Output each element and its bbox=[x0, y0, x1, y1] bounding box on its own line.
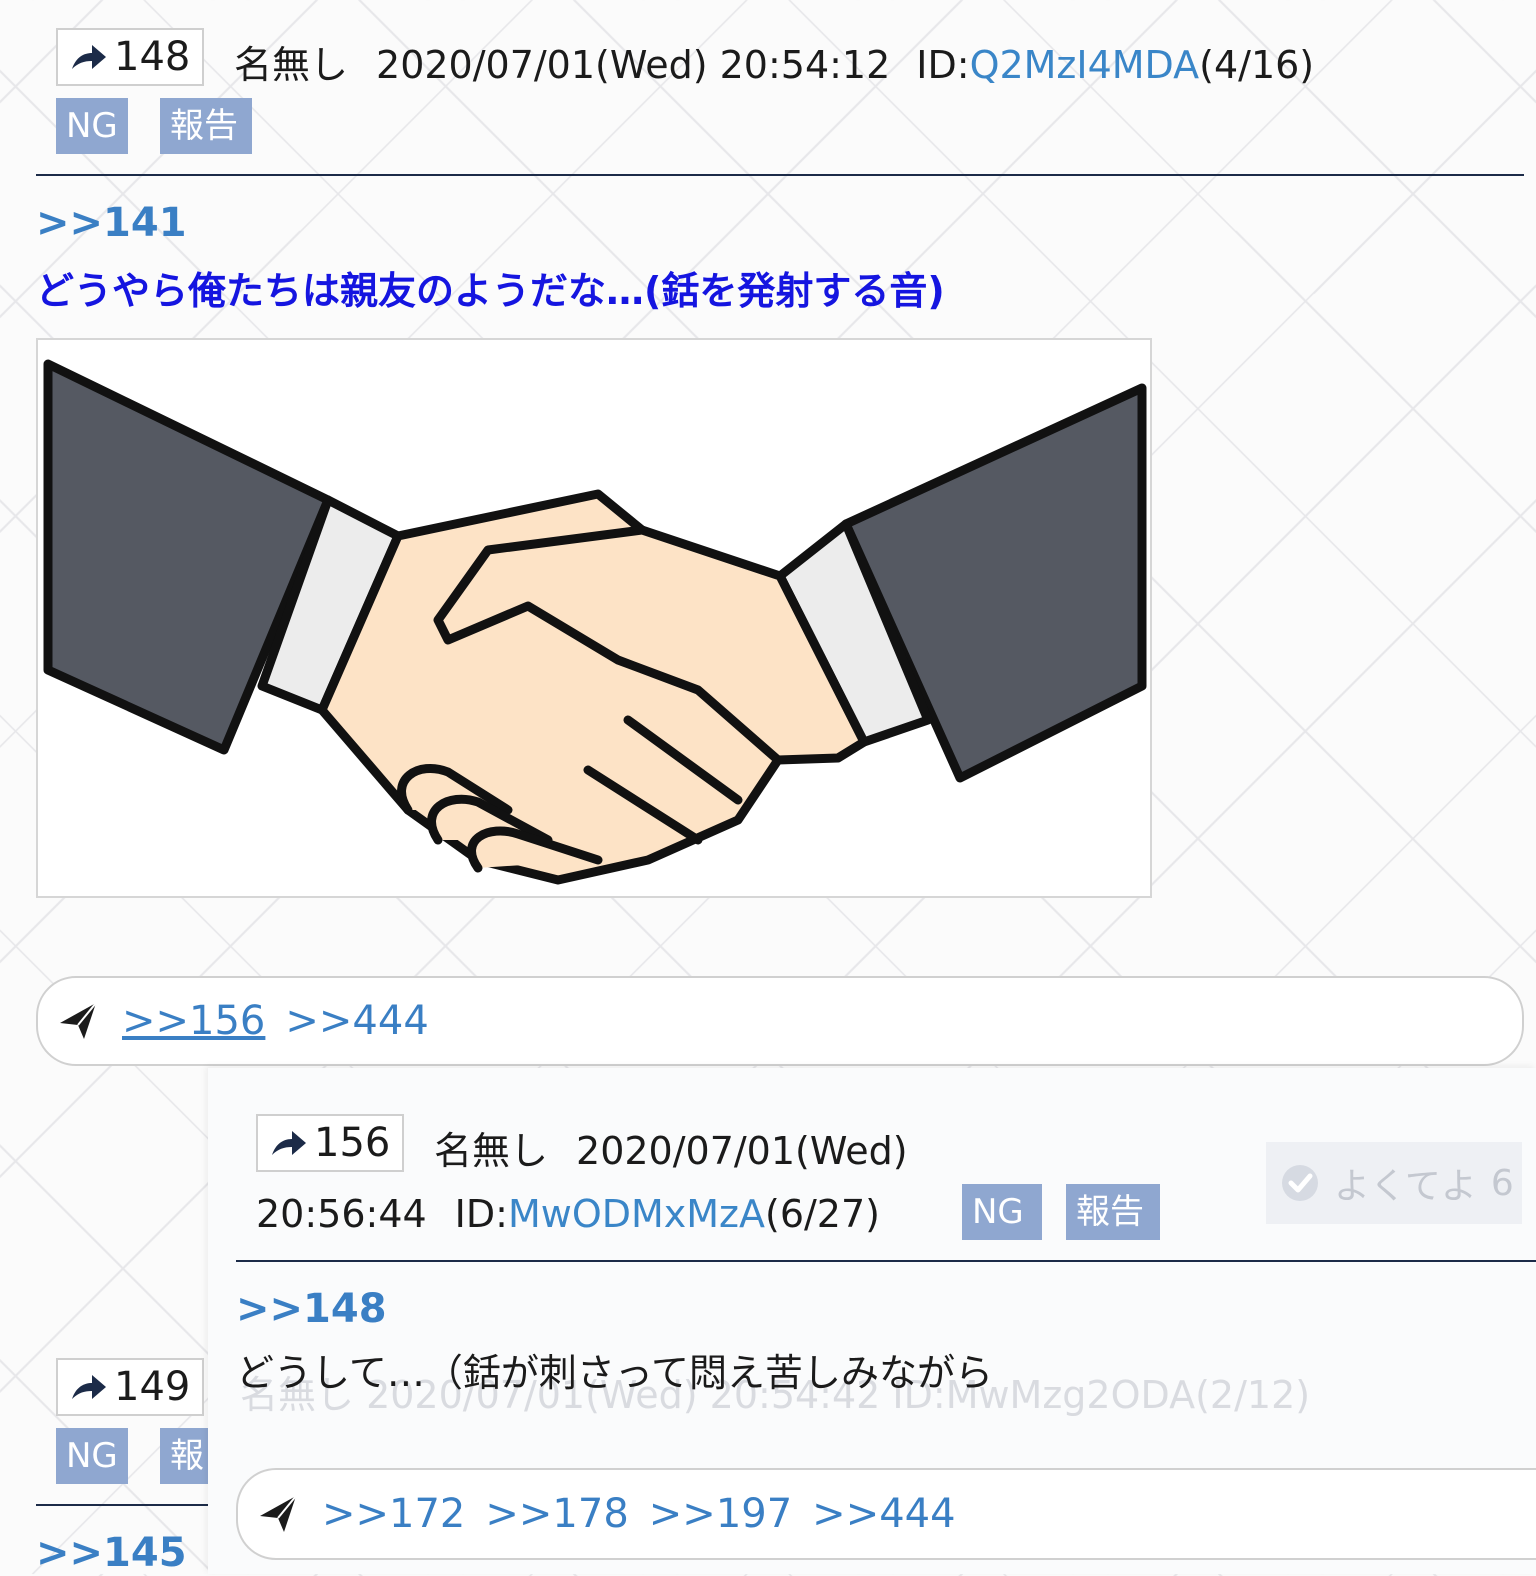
reply-link[interactable]: >>444 bbox=[285, 998, 428, 1044]
id-prefix: ID: bbox=[454, 1192, 508, 1236]
reply-link[interactable]: >>444 bbox=[812, 1491, 955, 1537]
divider bbox=[36, 174, 1524, 176]
post-image[interactable] bbox=[36, 338, 1152, 898]
paper-plane-icon bbox=[260, 1495, 297, 1532]
reply-anchor-link[interactable]: >>141 bbox=[36, 200, 187, 246]
reply-link[interactable]: >>156 bbox=[122, 998, 265, 1044]
reply-link[interactable]: >>172 bbox=[322, 1491, 465, 1537]
post-body: どうして…（銛が刺さって悶え苦しみながら bbox=[236, 1351, 993, 1395]
ng-button[interactable]: NG bbox=[962, 1184, 1042, 1240]
post-number-label: 148 bbox=[114, 34, 191, 80]
post-date: 2020/07/01(Wed) 20:54:12 bbox=[376, 43, 891, 87]
good-count: 6 bbox=[1490, 1162, 1514, 1204]
reply-arrow-icon bbox=[272, 1131, 306, 1155]
reply-link[interactable]: >>197 bbox=[649, 1491, 792, 1537]
id-count: (4/16) bbox=[1199, 43, 1315, 87]
replies-bar: >>156 >>444 bbox=[36, 976, 1524, 1066]
reply-arrow-icon bbox=[72, 45, 106, 69]
good-button[interactable]: よくてよ 6 bbox=[1266, 1142, 1522, 1224]
post-number-label: 149 bbox=[114, 1364, 191, 1410]
post-meta: 名無し 2020/07/01(Wed) 20:54:12 ID:Q2MzI4MDA(… bbox=[234, 34, 1314, 89]
ng-button[interactable]: NG bbox=[56, 1428, 128, 1484]
reply-anchor-link[interactable]: >>145 bbox=[36, 1530, 187, 1576]
post-number-label: 156 bbox=[314, 1120, 391, 1166]
poster-name: 名無し bbox=[234, 43, 349, 87]
divider bbox=[36, 1504, 236, 1506]
report-button[interactable]: 報告 bbox=[1066, 1184, 1160, 1240]
replies-bar: >>172 >>178 >>197 >>444 bbox=[236, 1468, 1536, 1560]
handshake-illustration bbox=[43, 359, 1147, 885]
id-count: (6/27) bbox=[765, 1192, 880, 1236]
post-body: どうやら俺たちは親友のようだな…(銛を発射する音) bbox=[36, 269, 945, 313]
post-time: 20:56:44 bbox=[256, 1192, 427, 1236]
poster-id-link[interactable]: MwODMxMzA bbox=[508, 1192, 765, 1236]
post-meta-line2: 20:56:44 ID:MwODMxMzA(6/27) bbox=[256, 1192, 880, 1236]
poster-id-link[interactable]: Q2MzI4MDA bbox=[970, 43, 1200, 87]
id-prefix: ID: bbox=[916, 43, 970, 87]
ng-button[interactable]: NG bbox=[56, 98, 128, 154]
report-button[interactable]: 報告 bbox=[160, 98, 252, 154]
reply-link[interactable]: >>178 bbox=[485, 1491, 628, 1537]
reply-arrow-icon bbox=[72, 1375, 106, 1399]
post-meta: 名無し 2020/07/01(Wed) bbox=[434, 1120, 908, 1175]
post-number-156[interactable]: 156 bbox=[256, 1114, 405, 1172]
poster-name: 名無し bbox=[434, 1129, 549, 1173]
check-circle-icon bbox=[1282, 1165, 1318, 1201]
post-date: 2020/07/01(Wed) bbox=[576, 1129, 908, 1173]
divider bbox=[236, 1260, 1536, 1262]
post-number-149[interactable]: 149 bbox=[56, 1358, 205, 1416]
paper-plane-icon bbox=[60, 1002, 97, 1039]
post-number-148[interactable]: 148 bbox=[56, 28, 205, 86]
reply-anchor-link[interactable]: >>148 bbox=[236, 1286, 387, 1332]
good-label: よくてよ bbox=[1334, 1166, 1477, 1207]
